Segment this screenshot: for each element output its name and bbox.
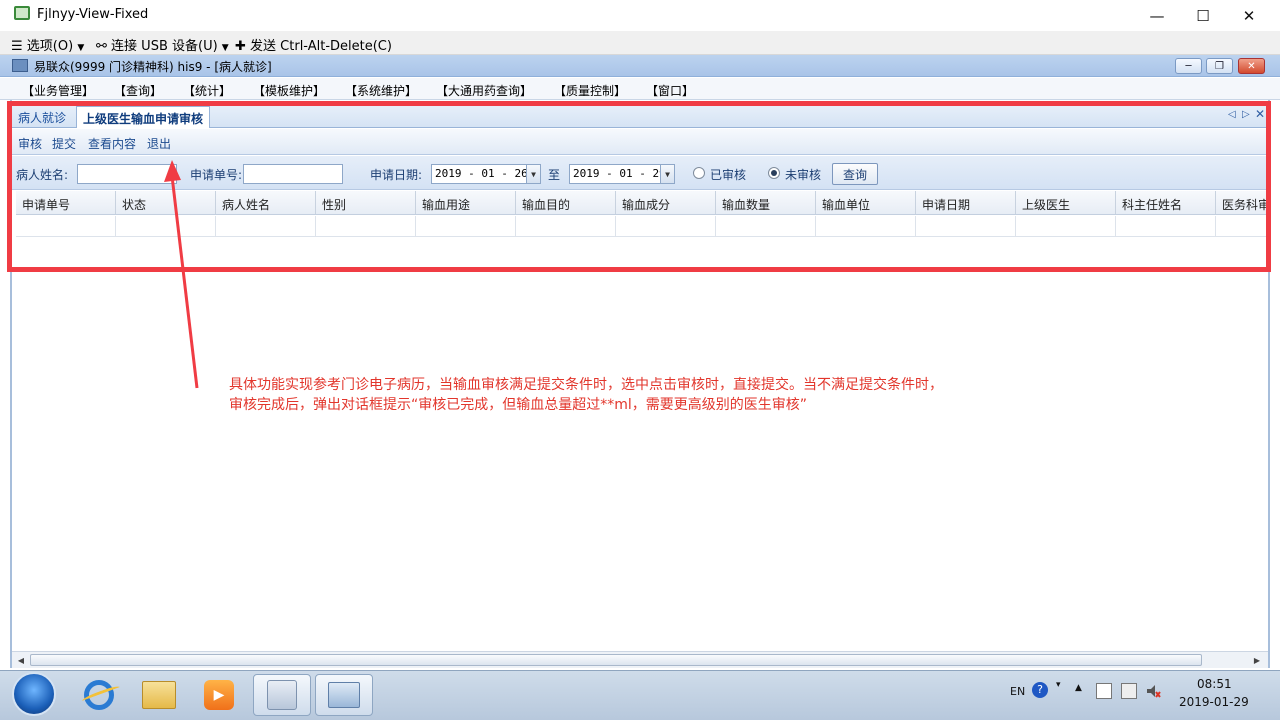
action-center-icon[interactable] [1096,683,1112,699]
annotation-text: 具体功能实现参考门诊电子病历，当输血审核满足提交条件时，选中点击审核时，直接提交… [229,375,1089,415]
volume-muted-icon[interactable] [1145,683,1161,699]
media-player-icon[interactable]: ▶ [190,674,248,716]
help-icon[interactable]: ? [1032,682,1048,698]
doctor-app-icon[interactable] [253,674,311,716]
network-icon[interactable] [1121,683,1137,699]
ie-icon[interactable] [70,674,128,716]
annotation-line: 具体功能实现参考门诊电子病历，当输血审核满足提交条件时，选中点击审核时，直接提交… [229,377,943,393]
explorer-folder-icon[interactable] [130,674,188,716]
language-indicator[interactable]: EN [1010,685,1025,698]
clock-time[interactable]: 08:51 [1197,677,1232,691]
start-button[interactable] [12,672,56,716]
annotation-arrow [164,160,199,389]
tray-overflow-icon[interactable]: ▾ [1056,680,1061,690]
annotation-line: 审核完成后，弹出对话框提示“审核已完成，但输血总量超过**ml，需要更高级别的医… [229,397,808,413]
clock-date[interactable]: 2019-01-29 [1179,695,1249,709]
show-hidden-icons-icon[interactable]: ▲ [1075,683,1082,693]
remote-viewer-icon[interactable] [315,674,373,716]
taskbar: ▶ EN ? ▾ ▲ [0,670,1280,720]
